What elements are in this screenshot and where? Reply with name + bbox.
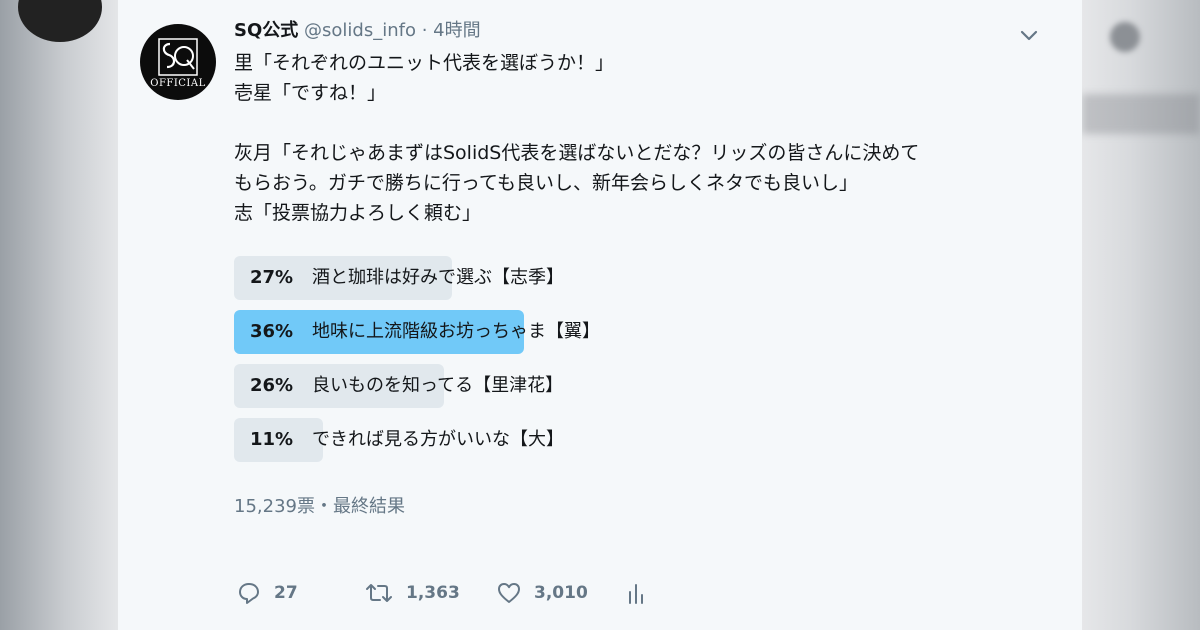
tweet-content: SQ公式 @solids_info · 4時間 里「それぞれのユニット代表を選ぼ… (234, 14, 1054, 228)
poll: 27% 酒と珈琲は好みで選ぶ【志季】 36% 地味に上流階級お坊っちゃま【翼】 … (234, 256, 674, 472)
header-separator: · (421, 20, 428, 41)
background-right (1082, 0, 1200, 630)
author-name[interactable]: SQ公式 (234, 20, 298, 41)
reply-count: 27 (274, 583, 298, 603)
heart-icon (498, 583, 520, 603)
solids-logo-icon (158, 38, 198, 76)
poll-option-percent: 36% (250, 321, 294, 342)
retweet-icon (366, 584, 392, 602)
reply-icon (239, 583, 259, 604)
retweet-button[interactable]: 1,363 (364, 576, 460, 610)
tweet-text-line (234, 108, 1054, 138)
poll-option-percent: 26% (250, 375, 294, 396)
retweet-count: 1,363 (406, 583, 460, 603)
avatar-logo-text: OFFICIAL (150, 78, 206, 89)
tweet-timestamp[interactable]: 4時間 (433, 20, 480, 41)
tweet-card: OFFICIAL SQ公式 @solids_info · 4時間 里「それぞれの… (118, 0, 1082, 630)
analytics-icon (629, 584, 643, 604)
like-button[interactable]: 3,010 (496, 576, 588, 610)
background-left (0, 0, 118, 630)
avatar[interactable]: OFFICIAL (140, 24, 216, 100)
poll-option: 36% 地味に上流階級お坊っちゃま【翼】 (234, 310, 674, 354)
tweet-text-line: 灰月「それじゃあまずはSolidS代表を選ばないとだな？リッズの皆さんに決めて (234, 142, 920, 164)
author-handle[interactable]: @solids_info (304, 20, 416, 41)
tweet-text-line: 里「それぞれのユニット代表を選ぼうか！」 (234, 52, 615, 74)
poll-option-label: 酒と珈琲は好みで選ぶ【志季】 (312, 267, 564, 288)
poll-option-percent: 27% (250, 267, 294, 288)
tweet-text-line: 壱星「ですね！」 (234, 82, 387, 104)
poll-option-label: 良いものを知ってる【里津花】 (312, 375, 564, 396)
poll-option-label: できれば見る方がいいな【大】 (312, 429, 564, 450)
poll-summary: 15,239票・最終結果 (234, 496, 405, 517)
tweet-text-line: もらおう。ガチで勝ちに行っても良いし、新年会らしくネタでも良いし」 (234, 172, 858, 194)
background-avatar-blur (18, 0, 102, 42)
tweet-text: 里「それぞれのユニット代表を選ぼうか！」 壱星「ですね！」 灰月「それじゃあまず… (234, 48, 1054, 228)
background-dot (1110, 22, 1140, 52)
chevron-down-icon[interactable] (1016, 22, 1042, 48)
poll-option-label: 地味に上流階級お坊っちゃま【翼】 (312, 321, 600, 342)
reply-button[interactable]: 27 (236, 576, 298, 610)
tweet-text-line: 志「投票協力よろしく頼む」 (234, 202, 482, 224)
like-count: 3,010 (534, 583, 588, 603)
analytics-button[interactable] (626, 576, 646, 610)
poll-option-percent: 11% (250, 429, 294, 450)
poll-option: 11% できれば見る方がいいな【大】 (234, 418, 674, 462)
poll-option: 26% 良いものを知ってる【里津花】 (234, 364, 674, 408)
background-bar (1082, 94, 1200, 134)
tweet-header: SQ公式 @solids_info · 4時間 (234, 14, 1054, 48)
poll-option: 27% 酒と珈琲は好みで選ぶ【志季】 (234, 256, 674, 300)
